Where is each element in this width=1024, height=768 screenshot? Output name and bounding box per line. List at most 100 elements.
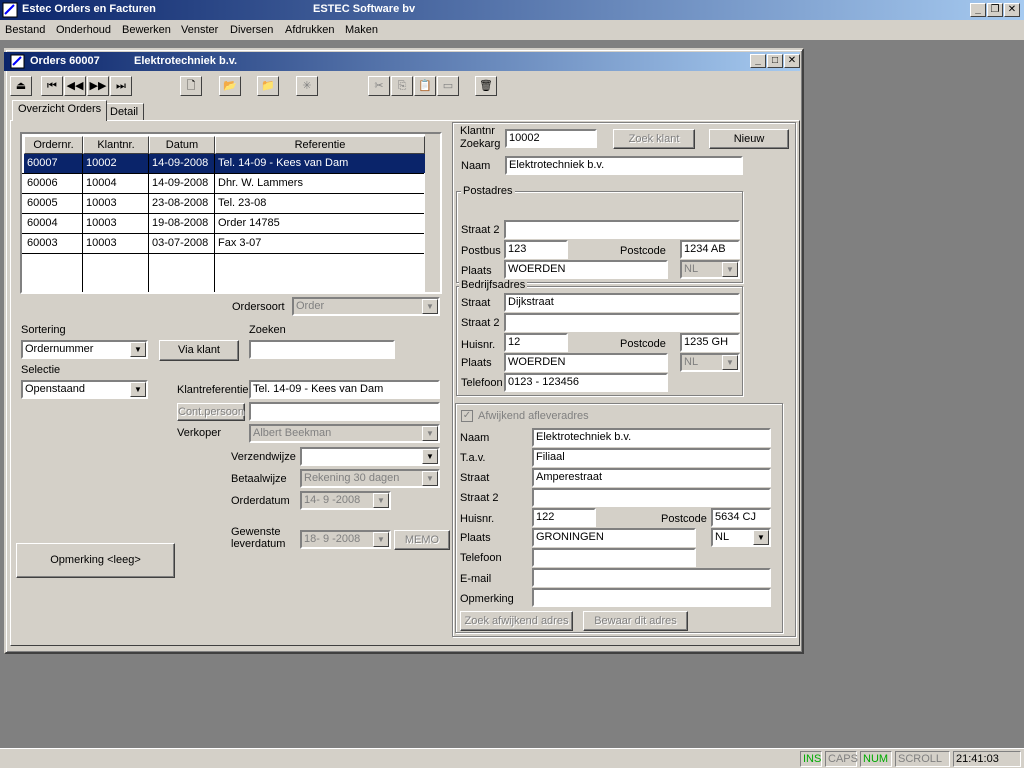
afl-plaats-input[interactable]: GRONINGEN <box>532 528 696 547</box>
nieuw-button[interactable]: Nieuw <box>709 129 789 149</box>
grid-header-referentie[interactable]: Referentie <box>215 136 425 154</box>
table-cell[interactable]: 60006 <box>24 174 83 194</box>
app-minimize-icon[interactable]: _ <box>970 3 986 17</box>
via-klant-button[interactable]: Via klant <box>159 340 239 361</box>
table-cell[interactable]: Tel. 14-09 - Kees van Dam <box>215 154 425 174</box>
paste-icon[interactable]: 📋 <box>414 76 436 96</box>
opmerking-button[interactable]: Opmerking <leeg> <box>16 543 175 578</box>
table-cell[interactable]: 60003 <box>24 234 83 254</box>
bedr-huisnr-input[interactable]: 12 <box>504 333 568 352</box>
orderdatum-picker[interactable]: 14- 9 -2008 ▼ <box>300 491 391 510</box>
first-record-icon[interactable]: ⏮ <box>41 76 63 96</box>
table-cell[interactable]: 14-09-2008 <box>149 154 215 174</box>
post-plaats-input[interactable]: WOERDEN <box>504 260 668 279</box>
bedr-straat2-input[interactable] <box>504 313 740 332</box>
app-close-icon[interactable]: ✕ <box>1004 3 1020 17</box>
bedr-straat-input[interactable]: Dijkstraat <box>504 293 740 312</box>
table-cell[interactable]: Fax 3-07 <box>215 234 425 254</box>
zoek-klant-button[interactable]: Zoek klant <box>613 129 695 149</box>
folder-disabled-icon[interactable]: 📁 <box>257 76 279 96</box>
delete-trash-icon[interactable]: 🗑 <box>475 76 497 96</box>
orders-grid[interactable]: Ordernr. Klantnr. Datum Referentie 60007… <box>20 132 442 294</box>
postbus-input[interactable]: 123 <box>504 240 568 259</box>
grid-header-datum[interactable]: Datum <box>149 136 215 154</box>
table-cell[interactable]: 19-08-2008 <box>149 214 215 234</box>
bedr-land-select[interactable]: NL ▼ <box>680 353 740 372</box>
table-cell[interactable]: 60007 <box>24 154 83 174</box>
table-cell[interactable]: 60004 <box>24 214 83 234</box>
naam-input[interactable]: Elektrotechniek b.v. <box>505 156 743 175</box>
table-cell[interactable]: Dhr. W. Lammers <box>215 174 425 194</box>
menu-onderhoud[interactable]: Onderhoud <box>56 24 111 36</box>
previous-record-icon[interactable]: ◀◀ <box>64 76 86 96</box>
bewaar-adres-button[interactable]: Bewaar dit adres <box>583 611 688 631</box>
table-cell[interactable]: 10003 <box>83 194 149 214</box>
tab-detail[interactable]: Detail <box>104 103 145 120</box>
last-record-icon[interactable]: ⏭ <box>110 76 132 96</box>
table-cell[interactable]: 10003 <box>83 214 149 234</box>
cont-persoon-button[interactable]: Cont.persoon <box>177 403 245 421</box>
table-cell[interactable]: 10002 <box>83 154 149 174</box>
bedr-plaats-input[interactable]: WOERDEN <box>504 353 668 372</box>
betaalwijze-select[interactable]: Rekening 30 dagen ▼ <box>300 469 440 488</box>
cut-icon[interactable]: ✂ <box>368 76 390 96</box>
grid-header-klantnr[interactable]: Klantnr. <box>83 136 149 154</box>
exit-icon[interactable]: ⏏ <box>10 76 32 96</box>
leverdatum-picker[interactable]: 18- 9 -2008 ▼ <box>300 530 391 549</box>
afl-opmerking-input[interactable] <box>532 588 771 607</box>
post-postcode-input[interactable]: 1234 AB <box>680 240 740 259</box>
window-minimize-icon[interactable]: _ <box>750 54 766 68</box>
table-cell[interactable]: 03-07-2008 <box>149 234 215 254</box>
table-cell[interactable]: 10003 <box>83 234 149 254</box>
afl-telefoon-input[interactable] <box>532 548 696 567</box>
post-straat2-input[interactable] <box>504 220 740 239</box>
afl-tav-input[interactable]: Filiaal <box>532 448 771 467</box>
selectie-select[interactable]: Openstaand ▼ <box>21 380 148 399</box>
afl-land-select[interactable]: NL ▼ <box>711 528 771 547</box>
table-cell[interactable]: 23-08-2008 <box>149 194 215 214</box>
afwijkend-checkbox[interactable]: ✓ <box>461 410 473 422</box>
table-cell[interactable]: Tel. 23-08 <box>215 194 425 214</box>
menu-bewerken[interactable]: Bewerken <box>122 24 171 36</box>
sortering-select[interactable]: Ordernummer ▼ <box>21 340 148 359</box>
afl-straat-input[interactable]: Amperestraat <box>532 468 771 487</box>
afl-email-input[interactable] <box>532 568 771 587</box>
memo-button[interactable]: MEMO <box>394 530 450 550</box>
post-land-select[interactable]: NL ▼ <box>680 260 740 279</box>
afl-straat2-input[interactable] <box>532 488 771 507</box>
open-folder-icon[interactable]: 📂 <box>219 76 241 96</box>
table-cell[interactable]: 10004 <box>83 174 149 194</box>
table-cell[interactable]: Order 14785 <box>215 214 425 234</box>
table-cell[interactable]: 14-09-2008 <box>149 174 215 194</box>
new-document-icon[interactable]: 🗋 <box>180 76 202 96</box>
afl-naam-input[interactable]: Elektrotechniek b.v. <box>532 428 771 447</box>
grid-header-ordernr[interactable]: Ordernr. <box>24 136 83 154</box>
klantreferentie-input[interactable]: Tel. 14-09 - Kees van Dam <box>249 380 440 399</box>
cont-persoon-input[interactable] <box>249 402 440 421</box>
ordersoort-select[interactable]: Order ▼ <box>292 297 440 316</box>
next-record-icon[interactable]: ▶▶ <box>87 76 109 96</box>
afl-postcode-input[interactable]: 5634 CJ <box>711 508 771 527</box>
clear-icon[interactable]: ▭ <box>437 76 459 96</box>
menu-diversen[interactable]: Diversen <box>230 24 273 36</box>
copy-icon[interactable]: ⎘ <box>391 76 413 96</box>
grid-scrollbar[interactable] <box>425 134 440 292</box>
menu-afdrukken[interactable]: Afdrukken <box>285 24 335 36</box>
verzendwijze-select[interactable]: ▼ <box>300 447 440 466</box>
zoek-afwijkend-adres-button[interactable]: Zoek afwijkend adres <box>460 611 573 631</box>
app-restore-icon[interactable]: ❐ <box>987 3 1003 17</box>
tab-overzicht-orders[interactable]: Overzicht Orders <box>12 100 108 121</box>
afl-huisnr-input[interactable]: 122 <box>532 508 596 527</box>
klantnr-input[interactable]: 10002 <box>505 129 597 148</box>
window-maximize-icon[interactable]: □ <box>767 54 783 68</box>
bedr-postcode-input[interactable]: 1235 GH <box>680 333 740 352</box>
menu-maken[interactable]: Maken <box>345 24 378 36</box>
bedr-telefoon-input[interactable]: 0123 - 123456 <box>504 373 668 392</box>
menu-bestand[interactable]: Bestand <box>5 24 45 36</box>
zoeken-input[interactable] <box>249 340 395 359</box>
table-cell[interactable]: 60005 <box>24 194 83 214</box>
window-close-icon[interactable]: ✕ <box>784 54 800 68</box>
menu-venster[interactable]: Venster <box>181 24 218 36</box>
star-disabled-icon[interactable]: ✳ <box>296 76 318 96</box>
verkoper-select[interactable]: Albert Beekman ▼ <box>249 424 440 443</box>
